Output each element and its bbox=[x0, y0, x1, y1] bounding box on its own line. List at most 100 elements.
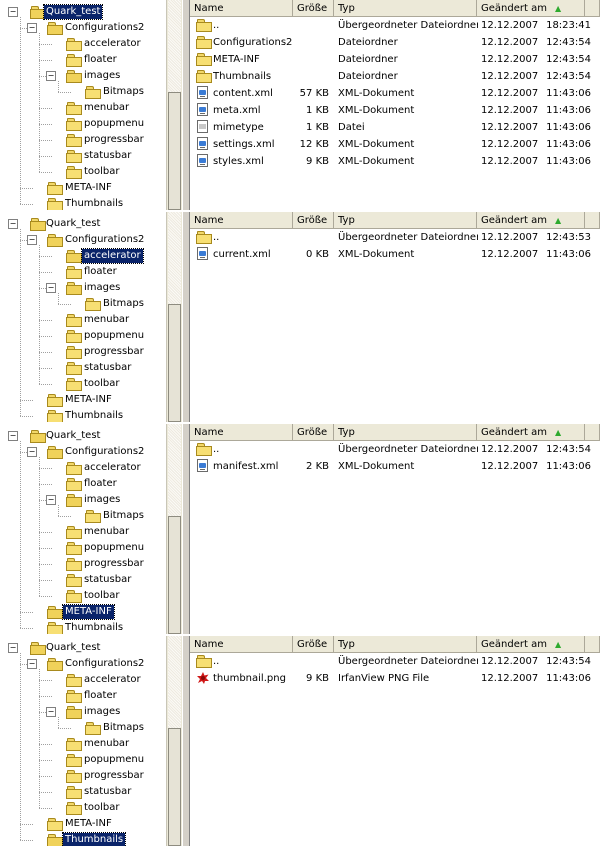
file-name[interactable]: Thumbnails bbox=[213, 68, 293, 85]
file-row[interactable]: content.xml 57 KB XML-Dokument 12.12.2007 11… bbox=[190, 85, 600, 102]
tree-node-toolbar[interactable]: toolbar bbox=[0, 376, 166, 392]
tree-node-configurations2[interactable]: − Configurations2 bbox=[0, 232, 166, 248]
tree-node-label[interactable]: images bbox=[82, 69, 122, 83]
tree-node-thumbnails[interactable]: Thumbnails bbox=[0, 196, 166, 210]
tree-node-label[interactable]: progressbar bbox=[82, 133, 146, 147]
tree-node-thumbnails[interactable]: Thumbnails bbox=[0, 832, 166, 846]
file-name[interactable]: content.xml bbox=[213, 85, 293, 102]
file-row[interactable]: thumbnail.png 9 KB IrfanView PNG File 12.12… bbox=[190, 670, 600, 687]
tree-node-bitmaps[interactable]: Bitmaps bbox=[0, 296, 166, 312]
tree-node-label[interactable]: statusbar bbox=[82, 361, 133, 375]
file-row[interactable]: meta.xml 1 KB XML-Dokument 12.12.2007 11:43:… bbox=[190, 102, 600, 119]
tree-node-label[interactable]: popupmenu bbox=[82, 541, 146, 555]
tree-node-label[interactable]: Configurations2 bbox=[63, 657, 146, 671]
tree-node-statusbar[interactable]: statusbar bbox=[0, 148, 166, 164]
tree-node-label[interactable]: Thumbnails bbox=[63, 409, 125, 422]
tree-scrollbar[interactable] bbox=[166, 0, 182, 210]
tree-node-label[interactable]: menubar bbox=[82, 737, 131, 751]
tree-node-menubar[interactable]: menubar bbox=[0, 100, 166, 116]
tree-node-label[interactable]: Thumbnails bbox=[63, 621, 125, 634]
tree-node-quark-test[interactable]: − Quark_test bbox=[0, 4, 166, 20]
tree-node-progressbar[interactable]: progressbar bbox=[0, 768, 166, 784]
tree-node-label[interactable]: Quark_test bbox=[44, 217, 102, 231]
column-header-modified[interactable]: Geändert am ▲ bbox=[477, 636, 585, 653]
tree-node-label[interactable]: menubar bbox=[82, 313, 131, 327]
tree-node-label[interactable]: statusbar bbox=[82, 573, 133, 587]
scrollbar-thumb[interactable] bbox=[168, 92, 181, 210]
file-name[interactable]: Configurations2 bbox=[213, 34, 293, 51]
tree-node-meta-inf[interactable]: META-INF bbox=[0, 816, 166, 832]
tree-node-menubar[interactable]: menubar bbox=[0, 524, 166, 540]
tree-node-label[interactable]: Bitmaps bbox=[101, 509, 146, 523]
tree-node-label[interactable]: progressbar bbox=[82, 557, 146, 571]
tree-node-quark-test[interactable]: − Quark_test bbox=[0, 640, 166, 656]
file-name[interactable]: styles.xml bbox=[213, 153, 293, 170]
tree-node-label[interactable]: images bbox=[82, 705, 122, 719]
pane-splitter[interactable] bbox=[182, 424, 190, 634]
tree-node-floater[interactable]: floater bbox=[0, 688, 166, 704]
file-row[interactable]: mimetype 1 KB Datei 12.12.2007 11:43:06 bbox=[190, 119, 600, 136]
file-row[interactable]: settings.xml 12 KB XML-Dokument 12.12.2007 1… bbox=[190, 136, 600, 153]
collapse-toggle-icon[interactable]: − bbox=[46, 495, 56, 505]
tree-scrollbar[interactable] bbox=[166, 212, 182, 422]
collapse-toggle-icon[interactable]: − bbox=[8, 7, 18, 17]
collapse-toggle-icon[interactable]: − bbox=[27, 447, 37, 457]
tree-node-label[interactable]: toolbar bbox=[82, 589, 122, 603]
tree-node-meta-inf[interactable]: META-INF bbox=[0, 392, 166, 408]
column-header-name[interactable]: Name bbox=[190, 636, 293, 653]
tree-node-label[interactable]: floater bbox=[82, 689, 119, 703]
tree-node-accelerator[interactable]: accelerator bbox=[0, 36, 166, 52]
tree-node-label[interactable]: toolbar bbox=[82, 165, 122, 179]
tree-node-accelerator[interactable]: accelerator bbox=[0, 248, 166, 264]
column-header-name[interactable]: Name bbox=[190, 212, 293, 229]
column-header-type[interactable]: Typ bbox=[334, 636, 477, 653]
file-row[interactable]: Configurations2 Dateiordner 12.12.2007 12:4… bbox=[190, 34, 600, 51]
column-header-size[interactable]: Größe bbox=[293, 636, 334, 653]
column-header-modified[interactable]: Geändert am ▲ bbox=[477, 0, 585, 17]
column-header-name[interactable]: Name bbox=[190, 0, 293, 17]
scrollbar-thumb[interactable] bbox=[168, 728, 181, 846]
file-name[interactable]: mimetype bbox=[213, 119, 293, 136]
file-row[interactable]: .. Übergeordneter Dateiordner 12.12.2007 12… bbox=[190, 653, 600, 670]
tree-node-label[interactable]: popupmenu bbox=[82, 329, 146, 343]
column-header-size[interactable]: Größe bbox=[293, 424, 334, 441]
tree-node-label[interactable]: Bitmaps bbox=[101, 85, 146, 99]
tree-node-label[interactable]: META-INF bbox=[63, 181, 114, 195]
tree-node-label[interactable]: accelerator bbox=[82, 673, 143, 687]
collapse-toggle-icon[interactable]: − bbox=[8, 431, 18, 441]
tree-node-toolbar[interactable]: toolbar bbox=[0, 164, 166, 180]
tree-node-label[interactable]: floater bbox=[82, 477, 119, 491]
tree-node-label[interactable]: statusbar bbox=[82, 149, 133, 163]
tree-node-progressbar[interactable]: progressbar bbox=[0, 344, 166, 360]
tree-node-statusbar[interactable]: statusbar bbox=[0, 784, 166, 800]
file-name[interactable]: current.xml bbox=[213, 246, 293, 263]
collapse-toggle-icon[interactable]: − bbox=[46, 707, 56, 717]
collapse-toggle-icon[interactable]: − bbox=[8, 219, 18, 229]
pane-splitter[interactable] bbox=[182, 0, 190, 210]
tree-node-images[interactable]: − images bbox=[0, 704, 166, 720]
tree-node-thumbnails[interactable]: Thumbnails bbox=[0, 620, 166, 634]
file-row[interactable]: manifest.xml 2 KB XML-Dokument 12.12.2007 11… bbox=[190, 458, 600, 475]
tree-node-label[interactable]: accelerator bbox=[81, 248, 144, 264]
tree-node-label[interactable]: floater bbox=[82, 53, 119, 67]
tree-node-meta-inf[interactable]: META-INF bbox=[0, 604, 166, 620]
tree-node-label[interactable]: Quark_test bbox=[44, 429, 102, 443]
file-name[interactable]: .. bbox=[213, 17, 293, 34]
tree-node-images[interactable]: − images bbox=[0, 492, 166, 508]
tree-node-popupmenu[interactable]: popupmenu bbox=[0, 752, 166, 768]
file-name[interactable]: settings.xml bbox=[213, 136, 293, 153]
tree-node-floater[interactable]: floater bbox=[0, 476, 166, 492]
tree-node-bitmaps[interactable]: Bitmaps bbox=[0, 508, 166, 524]
tree-node-statusbar[interactable]: statusbar bbox=[0, 360, 166, 376]
collapse-toggle-icon[interactable]: − bbox=[27, 235, 37, 245]
tree-node-label[interactable]: progressbar bbox=[82, 345, 146, 359]
tree-node-configurations2[interactable]: − Configurations2 bbox=[0, 656, 166, 672]
tree-node-label[interactable]: Thumbnails bbox=[63, 197, 125, 210]
tree-node-label[interactable]: Quark_test bbox=[44, 641, 102, 655]
tree-node-label[interactable]: toolbar bbox=[82, 377, 122, 391]
tree-node-label[interactable]: META-INF bbox=[63, 817, 114, 831]
file-name[interactable]: meta.xml bbox=[213, 102, 293, 119]
column-header-modified[interactable]: Geändert am ▲ bbox=[477, 424, 585, 441]
tree-node-popupmenu[interactable]: popupmenu bbox=[0, 328, 166, 344]
file-name[interactable]: .. bbox=[213, 441, 293, 458]
